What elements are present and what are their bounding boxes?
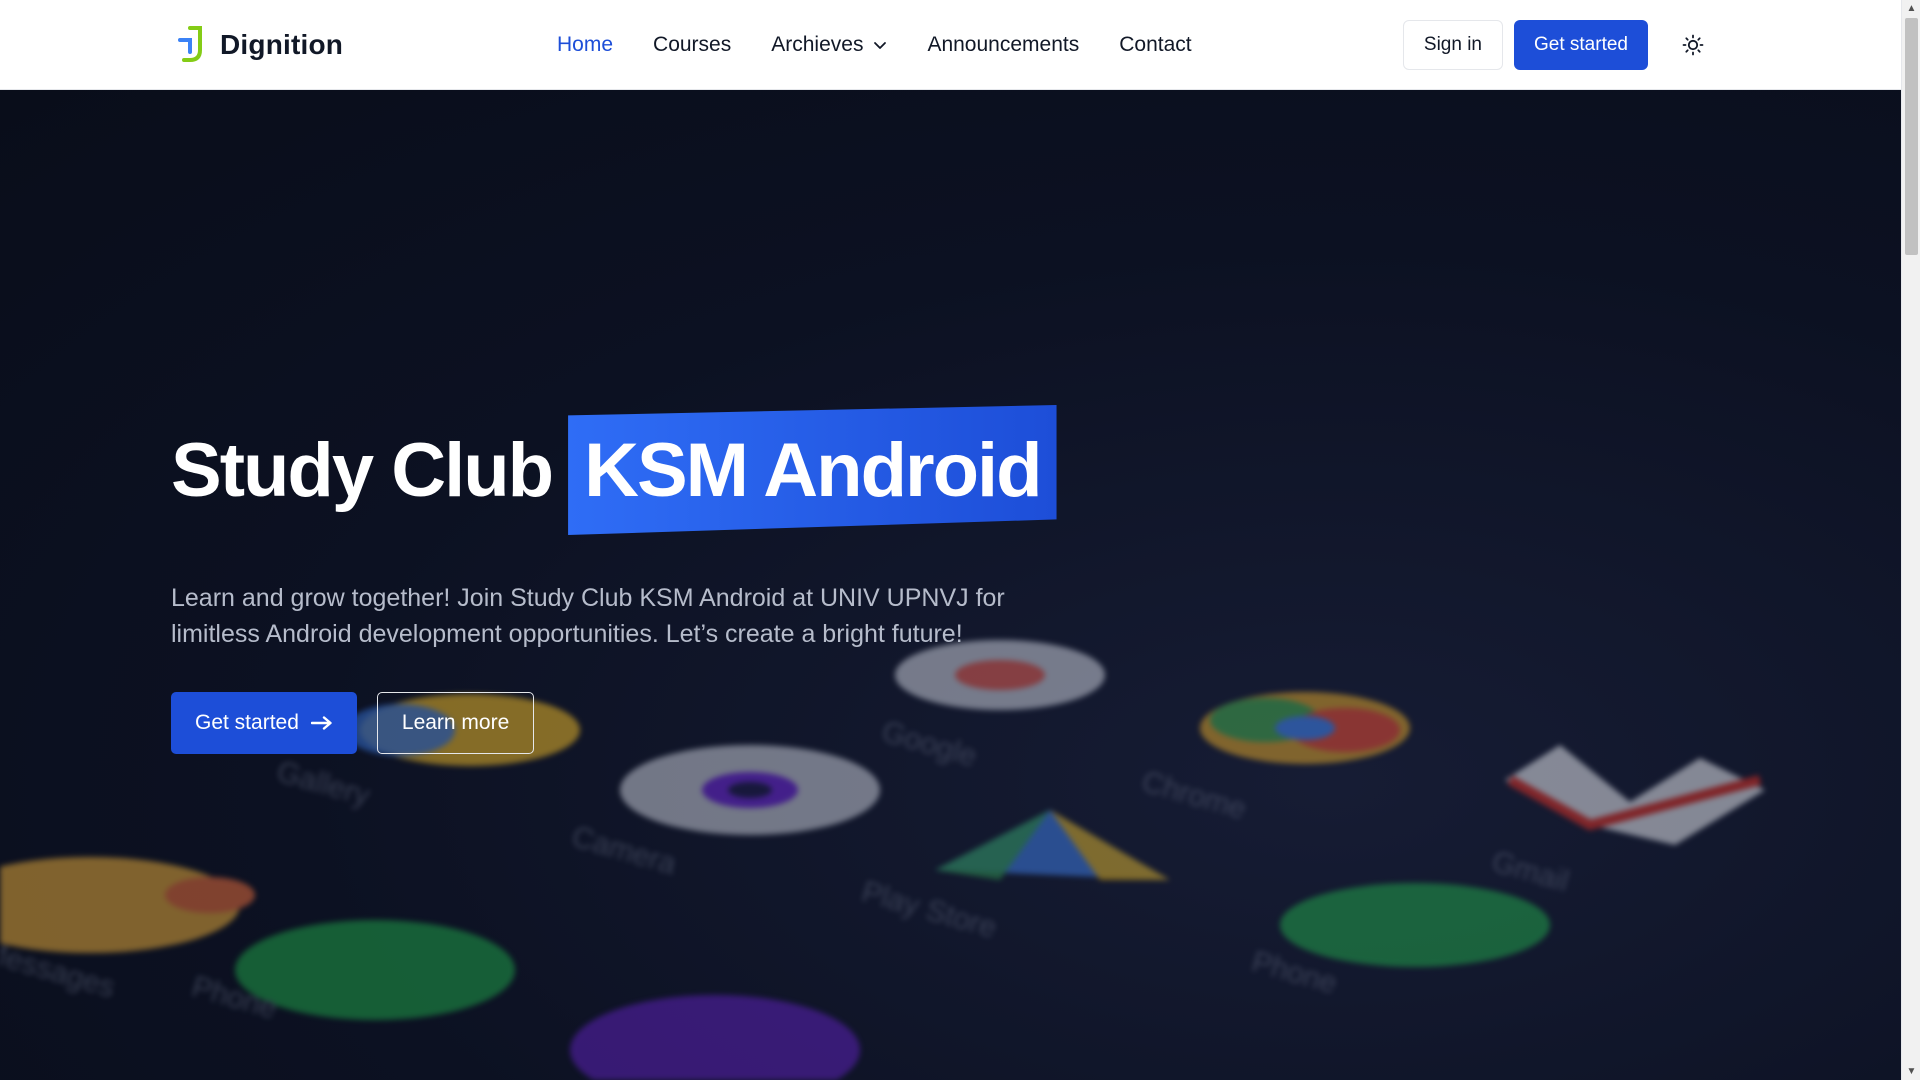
bg-app-label: Play Store xyxy=(858,875,1000,945)
header-actions: Sign in Get started xyxy=(1402,20,1713,70)
bg-app-label: Camera xyxy=(568,820,680,881)
nav-item-label: Home xyxy=(557,33,614,56)
hero-content: Study Club KSM Android Learn and grow to… xyxy=(171,405,1111,754)
hero-title-plain: Study Club xyxy=(171,427,554,513)
hero-title: Study Club KSM Android xyxy=(171,405,1111,535)
bg-app-label: Chrome xyxy=(1138,765,1250,826)
dignition-logo-icon xyxy=(178,26,202,62)
hero-get-started-button[interactable]: Get started xyxy=(171,692,357,754)
sign-in-button[interactable]: Sign in xyxy=(1402,20,1503,70)
hero-description: Learn and grow together! Join Study Club… xyxy=(171,584,1005,648)
hero-buttons: Get started Learn more xyxy=(171,692,1111,754)
arrow-right-icon xyxy=(310,716,332,730)
page-scrollbar[interactable]: ▲ ▼ xyxy=(1901,0,1920,1080)
scroll-down-arrow-icon[interactable]: ▼ xyxy=(1902,1063,1920,1080)
nav-item-label: Contact xyxy=(1119,33,1192,56)
scrollbar-thumb[interactable] xyxy=(1905,18,1918,255)
top-navbar: Dignition Home Courses Archieves Announc… xyxy=(0,0,1901,90)
nav-item-label: Courses xyxy=(653,33,732,56)
scroll-up-arrow-icon[interactable]: ▲ xyxy=(1902,0,1920,17)
nav-item-courses[interactable]: Courses xyxy=(653,33,731,57)
hero-title-highlight-box: KSM Android xyxy=(568,405,1057,535)
brand-name: Dignition xyxy=(220,29,344,60)
get-started-button[interactable]: Get started xyxy=(1514,20,1648,70)
theme-toggle-button[interactable] xyxy=(1673,25,1713,65)
hero-section: Google Gallery Camera Chrome Gmail Play … xyxy=(0,90,1901,1080)
chevron-down-icon xyxy=(874,42,887,49)
hero-title-highlight: KSM Android xyxy=(584,427,1042,513)
bg-app-label: Gallery xyxy=(273,755,373,813)
nav-item-archieves[interactable]: Archieves xyxy=(771,33,887,57)
nav-item-home[interactable]: Home xyxy=(557,33,613,57)
nav-item-label: Announcements xyxy=(927,33,1080,56)
hero-learn-more-button[interactable]: Learn more xyxy=(376,692,535,754)
nav-item-label: Archieves xyxy=(771,33,864,56)
bg-app-label: Gmail xyxy=(1488,845,1572,898)
main-nav: Home Courses Archieves Announcements Con… xyxy=(557,0,1192,90)
nav-item-announcements[interactable]: Announcements xyxy=(927,33,1079,57)
brand[interactable]: Dignition xyxy=(176,24,343,66)
nav-item-contact[interactable]: Contact xyxy=(1119,33,1191,57)
hero-get-started-label: Get started xyxy=(195,711,299,734)
sun-icon xyxy=(1682,34,1704,56)
